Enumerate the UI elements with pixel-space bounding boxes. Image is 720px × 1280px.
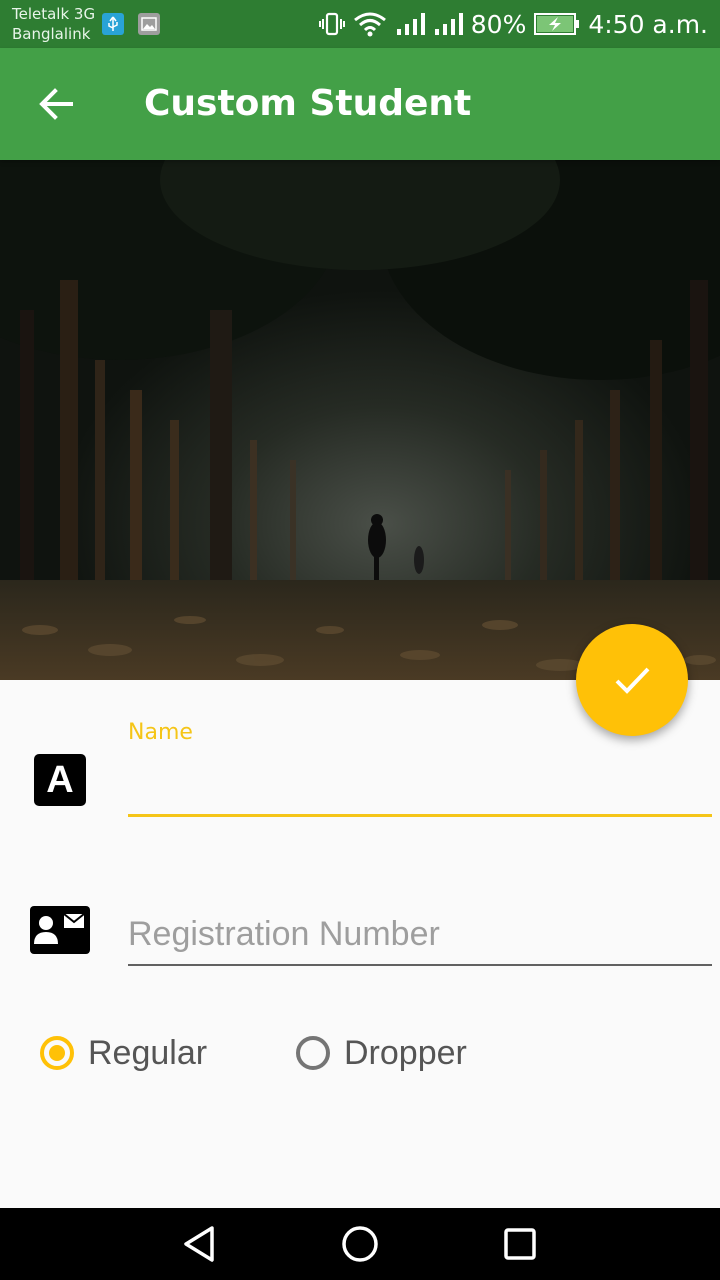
- nav-recents-button[interactable]: [480, 1220, 560, 1268]
- text-a-icon: A: [34, 754, 86, 806]
- name-field[interactable]: [128, 752, 712, 817]
- carrier-2: Banglalink: [12, 25, 91, 43]
- carrier-info: Teletalk 3G Banglalink: [12, 4, 95, 44]
- navigation-bar: [0, 1208, 720, 1280]
- header-image: [0, 160, 720, 680]
- wifi-icon: [353, 11, 387, 37]
- save-fab-button[interactable]: [576, 624, 688, 736]
- arrow-left-icon: [39, 88, 73, 120]
- battery-charging-icon: [534, 12, 580, 36]
- name-label: Name: [128, 720, 193, 745]
- app-bar: Custom Student: [0, 48, 720, 160]
- clock: 4:50 a.m.: [588, 9, 708, 39]
- signal-icon: [395, 11, 425, 37]
- radio-dropper[interactable]: Dropper: [296, 1030, 467, 1076]
- square-recents-icon: [504, 1228, 536, 1260]
- status-bar: Teletalk 3G Banglalink 80% 4:50 a.m.: [0, 0, 720, 48]
- gallery-icon: [138, 13, 160, 35]
- nav-back-button[interactable]: [160, 1220, 240, 1268]
- status-right: 80% 4:50 a.m.: [318, 0, 708, 48]
- registration-number-field[interactable]: [128, 904, 712, 966]
- contact-card-icon: [30, 906, 90, 954]
- page-title: Custom Student: [144, 83, 472, 124]
- usb-icon: [102, 13, 124, 35]
- carrier-1: Teletalk 3G: [12, 5, 96, 23]
- radio-label-regular: Regular: [88, 1033, 208, 1072]
- radio-label-dropper: Dropper: [344, 1033, 467, 1072]
- signal-icon-2: [433, 11, 463, 37]
- radio-regular[interactable]: Regular: [40, 1030, 207, 1076]
- radio-unchecked-icon: [296, 1036, 330, 1070]
- vibrate-icon: [318, 11, 345, 37]
- nav-home-button[interactable]: [320, 1220, 400, 1268]
- radio-checked-icon: [40, 1036, 74, 1070]
- back-button[interactable]: [24, 76, 88, 132]
- check-icon: [615, 667, 650, 694]
- triangle-back-icon: [184, 1226, 214, 1262]
- battery-percent: 80%: [470, 9, 527, 39]
- circle-home-icon: [342, 1226, 378, 1262]
